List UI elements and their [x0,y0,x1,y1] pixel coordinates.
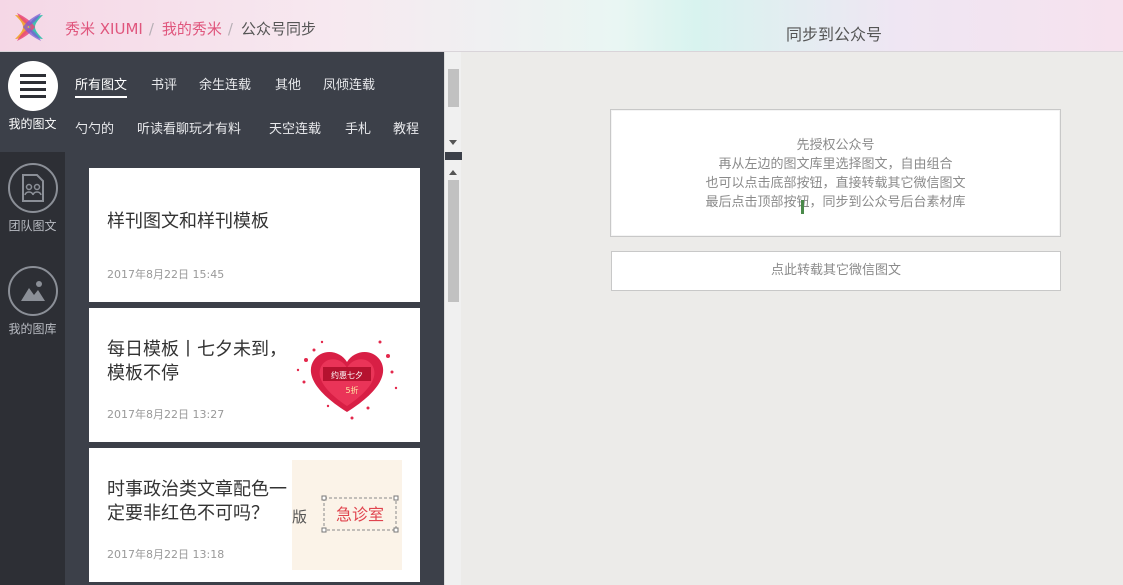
category-tutorial[interactable]: 教程 [393,118,419,137]
rail-item-label: 团队图文 [8,219,57,233]
team-doc-icon [7,163,58,213]
category-bar: 所有图文 书评 余生连载 其他 凤倾连载 勺勺的 听读看聊玩才有料 天空连载 手… [65,52,444,152]
thumb-text: 急诊室 [336,505,384,524]
heart-thumbnail: 约惠七夕 5折 [296,340,398,420]
breadcrumb-my-xiumi[interactable]: 我的秀米 [162,18,222,39]
hint-line: 先授权公众号 [796,138,875,153]
breadcrumb-separator: / [148,19,154,38]
category-notes[interactable]: 手札 [345,118,371,137]
category-other[interactable]: 其他 [275,74,301,93]
article-title: 样刊图文和样刊模板 [107,211,269,232]
article-date: 2017年8月22日 13:27 [107,408,225,421]
left-rail: 我的图文 团队图文 我的图库 [0,52,65,585]
category-sky-serial[interactable]: 天空连载 [269,118,321,137]
category-shao[interactable]: 勺勺的 [75,118,114,137]
thumb-text: 5折 [345,385,358,395]
category-serial-1[interactable]: 余生连载 [199,74,251,93]
xiumi-logo[interactable] [9,7,49,47]
list-icon [7,61,58,111]
category-all[interactable]: 所有图文 [75,74,128,98]
sync-to-official-account-button[interactable]: 同步到公众号 [786,21,882,45]
scroll-down-arrow[interactable] [449,140,457,145]
repost-wechat-article-button[interactable]: 点此转载其它微信图文 [611,251,1061,291]
rail-item-my-gallery[interactable]: 我的图库 [0,266,65,337]
scroll-up-arrow[interactable] [449,170,457,175]
list-item[interactable]: 时事政治类文章配色一定要非红色不可吗？ 2017年8月22日 13:18 版 急… [89,448,420,582]
category-scrollbar-thumb[interactable] [448,69,459,107]
top-header: 秀米 XIUMI / 我的秀米 / 公众号同步 同步到公众号 [0,0,1123,52]
breadcrumb-current: 公众号同步 [240,20,316,38]
rail-item-label: 我的图库 [8,322,57,336]
rail-item-team-articles[interactable]: 团队图文 [0,163,65,234]
article-list: 样刊图文和样刊模板 2017年8月22日 15:45 每日模板丨七夕未到，模板不… [65,152,444,585]
thumb-text: 版 [292,508,307,526]
article-title: 时事政治类文章配色一定要非红色不可吗？ [107,479,287,524]
thumb-text: 约惠七夕 [331,370,363,380]
rail-item-my-articles[interactable]: 我的图文 [0,52,65,152]
breadcrumb: 秀米 XIUMI / 我的秀米 / 公众号同步 [65,18,316,39]
category-serial-2[interactable]: 凤倾连载 [323,74,375,93]
panel-gap [445,152,462,160]
list-item[interactable]: 每日模板丨七夕未到，模板不停 2017年8月22日 13:27 约惠七夕 5折 [89,308,420,442]
rail-item-label: 我的图文 [8,117,57,131]
article-title: 每日模板丨七夕未到，模板不停 [107,339,287,384]
mouse-cursor [801,200,804,214]
gallery-icon [7,266,58,316]
list-item[interactable]: 样刊图文和样刊模板 2017年8月22日 15:45 [89,168,420,302]
stamp-thumbnail: 版 急诊室 [292,460,402,570]
article-date: 2017年8月22日 15:45 [107,268,225,281]
category-book-review[interactable]: 书评 [151,74,177,93]
hint-line: 再从左边的图文库里选择图文，自由组合 [718,157,953,172]
breadcrumb-separator: / [227,19,233,38]
scrollbar-column [444,52,462,585]
instructions-box: 先授权公众号 再从左边的图文库里选择图文，自由组合 也可以点击底部按钮，直接转载… [610,109,1061,237]
category-listen-read[interactable]: 听读看聊玩才有料 [137,118,241,137]
breadcrumb-xiumi[interactable]: 秀米 XIUMI [65,18,143,39]
hint-line: 最后点击顶部按钮，同步到公众号后台素材库 [705,195,966,210]
list-scrollbar-thumb[interactable] [448,180,459,302]
article-date: 2017年8月22日 13:18 [107,548,225,561]
hint-line: 也可以点击底部按钮，直接转载其它微信图文 [705,176,966,191]
